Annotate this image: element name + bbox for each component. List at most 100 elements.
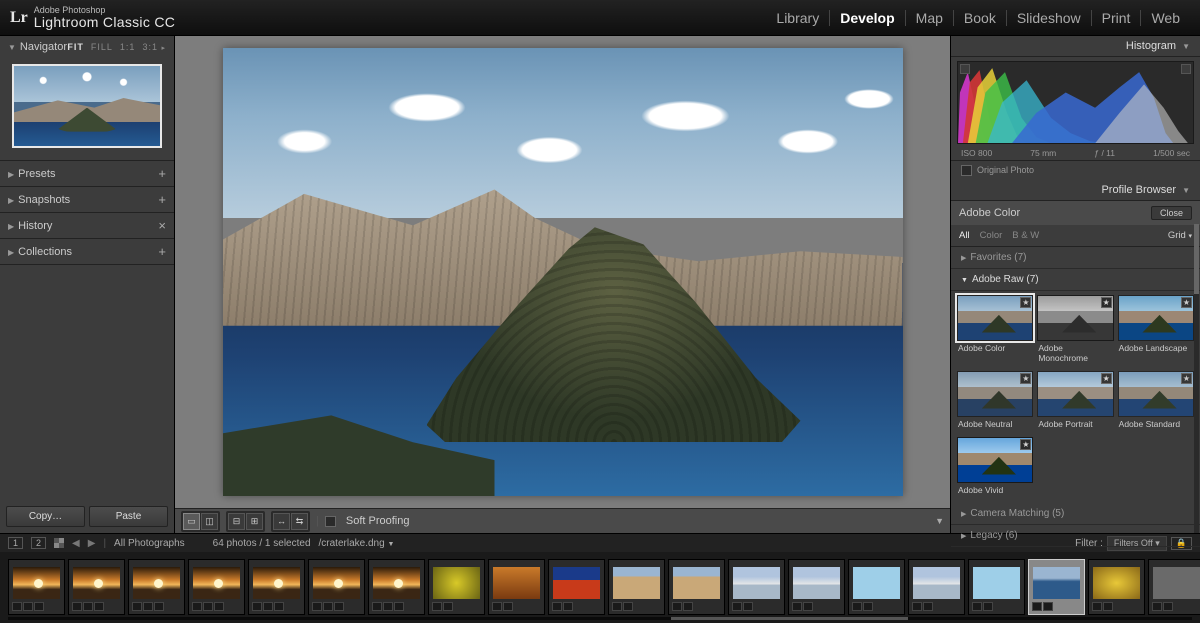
soft-proof-checkbox[interactable] — [325, 516, 336, 527]
filter-bw[interactable]: B & W — [1012, 230, 1039, 241]
profile-current: Adobe Color — [959, 207, 1020, 219]
before-after-split-icon[interactable]: ⊞ — [246, 513, 263, 530]
right-panel: Histogram ▼ ISO 800 75 mm ƒ / 11 1/500 s… — [950, 36, 1200, 533]
presets-section[interactable]: ▶Presets+ — [0, 161, 174, 186]
exif-row: ISO 800 75 mm ƒ / 11 1/500 sec — [951, 146, 1200, 160]
module-develop[interactable]: Develop — [830, 10, 905, 26]
profile-adobe-color[interactable]: ★Adobe Color — [957, 295, 1033, 367]
shadow-clip-icon[interactable] — [960, 64, 970, 74]
profile-browser-header[interactable]: Profile Browser ▼ — [951, 180, 1200, 201]
exif-focal: 75 mm — [1030, 148, 1056, 158]
favorite-star-icon[interactable]: ★ — [1101, 297, 1112, 308]
module-print[interactable]: Print — [1092, 10, 1142, 26]
right-scrollbar[interactable] — [1194, 224, 1199, 533]
collections-section[interactable]: ▶Collections+ — [0, 239, 174, 264]
profile-adobe-neutral[interactable]: ★Adobe Neutral — [957, 371, 1033, 433]
develop-toolbar: ▭ ◫ ⊟ ⊞ ↔ ⇆ | Soft Proofing ▼ — [175, 508, 950, 533]
chevron-right-icon: ▶ — [961, 255, 966, 262]
thumb[interactable] — [968, 559, 1025, 615]
copy-button[interactable]: Copy… — [6, 506, 85, 527]
workspace: ▼Navigator FIT FILL 1:1 3:1 ▸ ▶Presets+ … — [0, 36, 1200, 533]
thumb[interactable] — [848, 559, 905, 615]
chevron-right-icon: ▶ — [961, 533, 966, 540]
navigator-thumbnail[interactable] — [12, 64, 162, 148]
original-checkbox[interactable] — [961, 165, 972, 176]
thumb[interactable] — [788, 559, 845, 615]
grid-view-icon[interactable] — [54, 538, 64, 548]
thumb[interactable] — [128, 559, 185, 615]
profile-adobe-landscape[interactable]: ★Adobe Landscape — [1118, 295, 1194, 367]
thumb[interactable] — [548, 559, 605, 615]
original-photo-row[interactable]: Original Photo — [951, 160, 1200, 180]
histogram[interactable] — [957, 61, 1194, 144]
history-section[interactable]: ▶History× — [0, 213, 174, 238]
thumb[interactable] — [488, 559, 545, 615]
clear-icon[interactable]: × — [158, 218, 166, 233]
thumb[interactable] — [728, 559, 785, 615]
thumb[interactable] — [1088, 559, 1145, 615]
module-library[interactable]: Library — [766, 10, 830, 26]
profile-adobe-standard[interactable]: ★Adobe Standard — [1118, 371, 1194, 433]
primary-monitor-button[interactable]: 1 — [8, 537, 23, 549]
module-slideshow[interactable]: Slideshow — [1007, 10, 1092, 26]
profile-close-button[interactable]: Close — [1151, 206, 1192, 220]
add-icon[interactable]: + — [158, 244, 166, 259]
secondary-monitor-button[interactable]: 2 — [31, 537, 46, 549]
thumb[interactable] — [608, 559, 665, 615]
thumb[interactable] — [248, 559, 305, 615]
favorite-star-icon[interactable]: ★ — [1020, 297, 1031, 308]
paste-button[interactable]: Paste — [89, 506, 168, 527]
legacy-category[interactable]: ▶Legacy (6) — [951, 525, 1200, 547]
favorites-category[interactable]: ▶Favorites (7) — [951, 247, 1200, 269]
thumb[interactable] — [308, 559, 365, 615]
navigator-zoom-levels[interactable]: FIT FILL 1:1 3:1 ▸ — [67, 42, 166, 52]
thumb[interactable] — [908, 559, 965, 615]
profile-adobe-portrait[interactable]: ★Adobe Portrait — [1037, 371, 1113, 433]
app-header: Lr Adobe Photoshop Lightroom Classic CC … — [0, 0, 1200, 36]
before-after-tb-icon[interactable]: ⊟ — [228, 513, 245, 530]
filmstrip[interactable] — [0, 552, 1200, 621]
favorite-star-icon[interactable]: ★ — [1101, 373, 1112, 384]
filter-color[interactable]: Color — [980, 230, 1003, 241]
count-label: 64 photos / 1 selected — [213, 538, 311, 549]
thumb[interactable] — [668, 559, 725, 615]
source-label[interactable]: All Photographs — [114, 538, 185, 549]
swap-icon[interactable]: ↔ — [273, 513, 290, 530]
loupe-view-icon[interactable]: ▭ — [183, 513, 200, 530]
profile-adobe-monochrome[interactable]: ★Adobe Monochrome — [1037, 295, 1113, 367]
center-panel: ▭ ◫ ⊟ ⊞ ↔ ⇆ | Soft Proofing ▼ — [175, 36, 950, 533]
favorite-star-icon[interactable]: ★ — [1181, 373, 1192, 384]
adobe-raw-category[interactable]: ▼Adobe Raw (7) — [951, 269, 1200, 291]
module-book[interactable]: Book — [954, 10, 1007, 26]
highlight-clip-icon[interactable] — [1181, 64, 1191, 74]
histogram-header[interactable]: Histogram ▼ — [951, 36, 1200, 57]
thumb[interactable] — [68, 559, 125, 615]
favorite-star-icon[interactable]: ★ — [1020, 439, 1031, 450]
favorite-star-icon[interactable]: ★ — [1181, 297, 1192, 308]
filename-label[interactable]: /craterlake.dng ▼ — [319, 538, 395, 549]
thumb[interactable] — [188, 559, 245, 615]
thumb-selected[interactable] — [1028, 559, 1085, 615]
thumb[interactable] — [1148, 559, 1200, 615]
navigator-header[interactable]: ▼Navigator FIT FILL 1:1 3:1 ▸ — [0, 36, 174, 58]
module-web[interactable]: Web — [1141, 10, 1190, 26]
profile-adobe-vivid[interactable]: ★Adobe Vivid — [957, 437, 1033, 499]
favorite-star-icon[interactable]: ★ — [1020, 373, 1031, 384]
nav-back-icon[interactable]: ◀ — [72, 538, 80, 549]
before-after-lr-icon[interactable]: ◫ — [201, 513, 218, 530]
thumb[interactable] — [428, 559, 485, 615]
thumb[interactable] — [8, 559, 65, 615]
toolbar-expand-icon[interactable]: ▼ — [935, 516, 944, 526]
photo-canvas[interactable] — [175, 36, 950, 508]
copy-settings-icon[interactable]: ⇆ — [291, 513, 308, 530]
filmstrip-scrollbar[interactable] — [8, 617, 1192, 620]
module-map[interactable]: Map — [906, 10, 954, 26]
add-icon[interactable]: + — [158, 166, 166, 181]
nav-fwd-icon[interactable]: ▶ — [88, 538, 96, 549]
filter-all[interactable]: All — [959, 230, 970, 241]
snapshots-section[interactable]: ▶Snapshots+ — [0, 187, 174, 212]
add-icon[interactable]: + — [158, 192, 166, 207]
thumb[interactable] — [368, 559, 425, 615]
profile-view-grid[interactable]: Grid ▾ — [1168, 230, 1192, 241]
camera-matching-category[interactable]: ▶Camera Matching (5) — [951, 503, 1200, 525]
